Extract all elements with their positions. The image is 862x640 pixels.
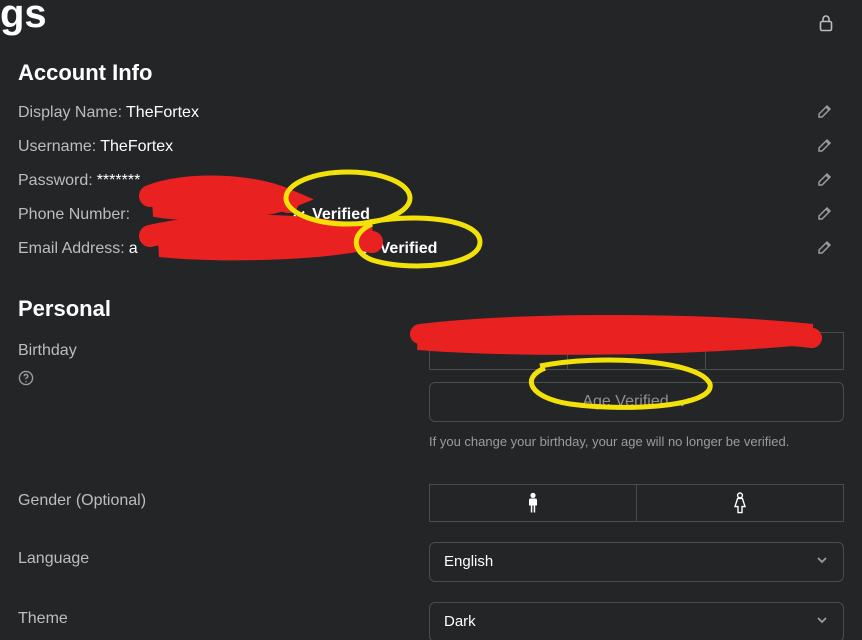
birthday-date-selects	[429, 332, 844, 370]
gender-female-button[interactable]	[637, 484, 844, 522]
password-label: Password:	[18, 172, 93, 190]
edit-email-button[interactable]	[816, 238, 834, 256]
phone-row: Phone Number: Verified	[18, 198, 844, 232]
username-label: Username:	[18, 138, 96, 156]
theme-value: Dark	[444, 613, 476, 630]
language-select[interactable]: English	[429, 542, 844, 582]
personal-heading: Personal	[18, 296, 844, 322]
username-value: TheFortex	[100, 138, 173, 156]
chevron-down-icon	[815, 553, 829, 571]
email-verified-text: Verified	[380, 240, 438, 258]
phone-label: Phone Number:	[18, 206, 130, 224]
birthday-year-select[interactable]	[706, 332, 844, 370]
email-verified-badge: Verified	[360, 240, 438, 258]
email-row: Email Address: a Verified	[18, 232, 844, 266]
display-name-value: TheFortex	[126, 104, 199, 122]
edit-phone-button[interactable]	[816, 204, 834, 222]
birthday-label: Birthday	[18, 332, 413, 360]
birthday-help-icon[interactable]	[18, 370, 413, 391]
male-icon	[526, 492, 540, 514]
check-icon	[360, 242, 374, 256]
password-row: Password: *******	[18, 164, 844, 198]
check-icon	[677, 395, 691, 409]
edit-username-button[interactable]	[816, 136, 834, 154]
check-icon	[292, 208, 306, 222]
lock-icon[interactable]	[818, 14, 834, 37]
email-value-prefix: a	[129, 240, 138, 258]
display-name-row: Display Name: TheFortex	[18, 96, 844, 130]
edit-password-button[interactable]	[816, 170, 834, 188]
age-verified-button[interactable]: Age Verified	[429, 382, 844, 422]
display-name-label: Display Name:	[18, 104, 122, 122]
birthday-day-select[interactable]	[568, 332, 706, 370]
password-value: *******	[97, 172, 141, 190]
chevron-down-icon	[815, 613, 829, 631]
female-icon	[732, 492, 748, 514]
gender-male-button[interactable]	[429, 484, 637, 522]
theme-label: Theme	[18, 602, 413, 628]
username-row: Username: TheFortex	[18, 130, 844, 164]
birthday-month-select[interactable]	[429, 332, 568, 370]
phone-verified-text: Verified	[312, 206, 370, 224]
gender-label: Gender (Optional)	[18, 484, 413, 510]
theme-select[interactable]: Dark	[429, 602, 844, 640]
email-label: Email Address:	[18, 240, 125, 258]
phone-verified-badge: Verified	[292, 206, 370, 224]
language-label: Language	[18, 542, 413, 568]
account-info-heading: Account Info	[18, 60, 844, 86]
page-title-fragment: gs	[0, 0, 844, 34]
language-value: English	[444, 553, 493, 570]
edit-display-name-button[interactable]	[816, 102, 834, 120]
age-verified-text: Age Verified	[582, 393, 668, 411]
birthday-hint: If you change your birthday, your age wi…	[429, 432, 809, 452]
